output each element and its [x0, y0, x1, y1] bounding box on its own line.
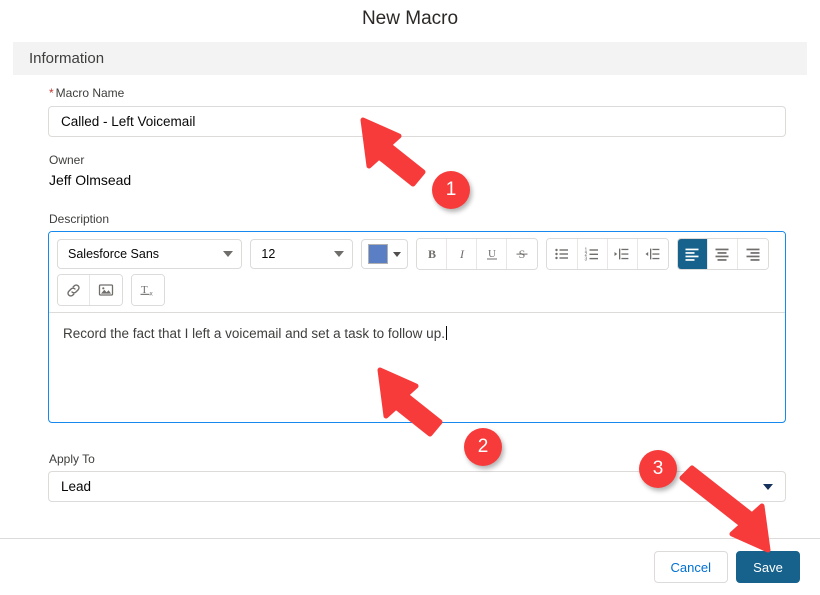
strikethrough-button[interactable]: S	[507, 239, 538, 269]
font-family-value: Salesforce Sans	[68, 247, 160, 261]
chevron-down-icon	[393, 251, 402, 257]
svg-text:I: I	[459, 247, 465, 261]
alignment-button-group	[676, 238, 769, 270]
new-macro-modal: New Macro Information *Macro Name Owner …	[0, 0, 820, 595]
chevron-down-icon	[223, 251, 234, 257]
owner-value: Jeff Olmsead	[49, 172, 132, 188]
editor-toolbar: Salesforce Sans 12 B I U S 1 2 3 T x	[49, 232, 785, 312]
bulleted-list-button[interactable]	[547, 239, 578, 269]
svg-text:3: 3	[585, 256, 588, 262]
insert-button-group	[57, 274, 123, 306]
remove-formatting-button[interactable]: T x	[132, 275, 164, 305]
font-size-value: 12	[261, 247, 276, 261]
description-text: Record the fact that I left a voicemail …	[63, 326, 445, 341]
apply-to-label: Apply To	[49, 452, 95, 466]
numbered-list-button[interactable]: 1 2 3	[577, 239, 608, 269]
annotation-arrow-3	[679, 465, 771, 553]
owner-label: Owner	[49, 153, 85, 167]
text-style-button-group: B I U S	[416, 238, 539, 270]
font-family-select[interactable]: Salesforce Sans	[57, 239, 243, 269]
svg-text:x: x	[150, 291, 154, 298]
macro-name-label: * Macro Name	[49, 86, 124, 100]
align-right-button[interactable]	[737, 239, 768, 269]
section-header-information: Information	[13, 42, 807, 75]
annotation-arrow-2	[377, 367, 443, 437]
description-label: Description	[49, 212, 110, 226]
apply-to-value: Lead	[61, 479, 92, 494]
chevron-down-icon	[334, 251, 345, 257]
text-color-picker[interactable]	[361, 239, 409, 269]
required-asterisk-icon: *	[49, 86, 54, 100]
annotation-badge-2: 2	[464, 428, 502, 466]
bold-button[interactable]: B	[417, 239, 448, 269]
font-size-select[interactable]: 12	[250, 239, 354, 269]
italic-button[interactable]: I	[447, 239, 478, 269]
text-cursor-icon	[445, 326, 447, 340]
svg-text:B: B	[428, 247, 436, 261]
page-title: New Macro	[361, 8, 459, 29]
remove-formatting-group: T x	[131, 274, 165, 306]
insert-image-button[interactable]	[90, 275, 122, 305]
outdent-button[interactable]	[637, 239, 668, 269]
annotation-badge-1: 1	[432, 171, 470, 209]
insert-link-button[interactable]	[58, 275, 90, 305]
color-swatch-icon	[368, 244, 389, 264]
indent-button[interactable]	[607, 239, 638, 269]
align-left-button[interactable]	[677, 239, 708, 269]
list-indent-button-group: 1 2 3	[546, 238, 669, 270]
underline-button[interactable]: U	[477, 239, 508, 269]
align-center-button[interactable]	[707, 239, 738, 269]
annotation-badge-3: 3	[639, 450, 677, 488]
editor-toolbar-row-2: T x	[57, 274, 777, 306]
macro-name-label-text: Macro Name	[55, 86, 125, 100]
svg-text:U: U	[488, 248, 496, 260]
editor-toolbar-row-1: Salesforce Sans 12 B I U S 1 2 3	[57, 238, 777, 270]
